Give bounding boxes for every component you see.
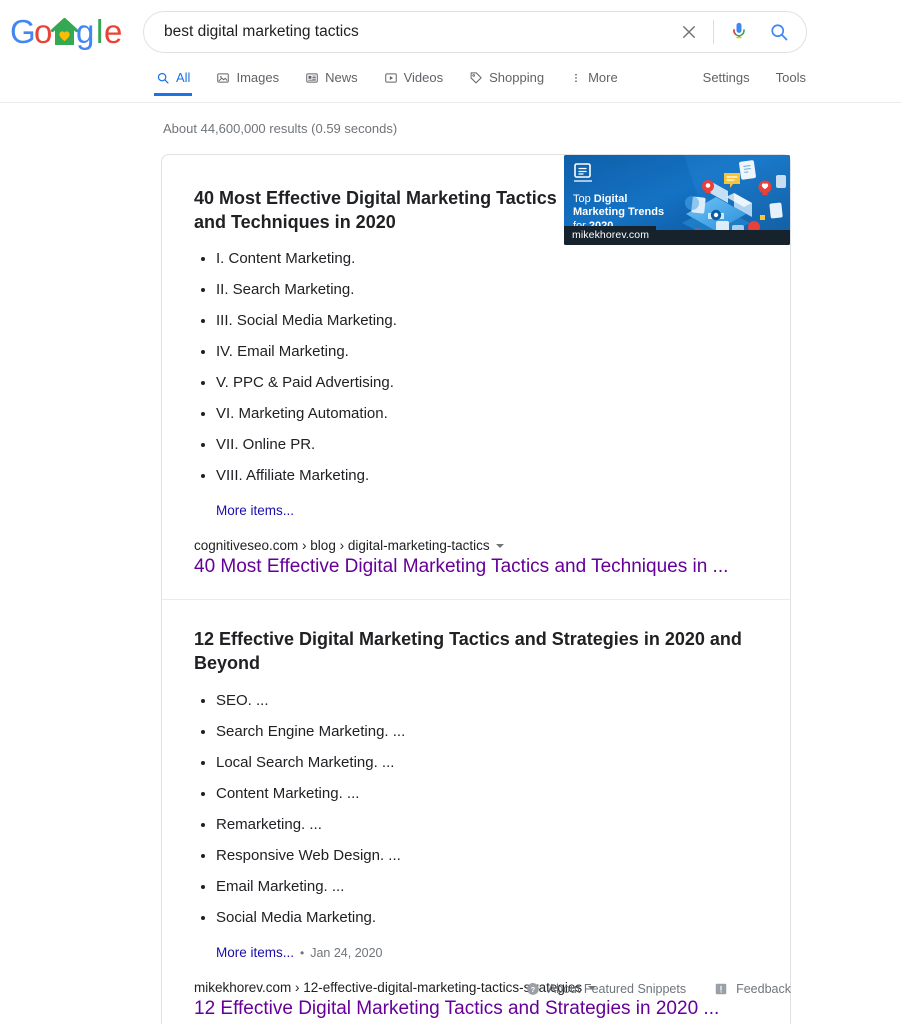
tab-images[interactable]: Images <box>216 70 279 96</box>
search-bar[interactable] <box>143 11 807 53</box>
tab-shopping[interactable]: Shopping <box>469 70 544 96</box>
tab-more[interactable]: More <box>570 70 618 96</box>
house-icon <box>50 17 79 45</box>
tab-images-label: Images <box>236 70 280 85</box>
svg-text:g: g <box>76 13 94 50</box>
more-items-link[interactable]: More items... <box>216 503 294 518</box>
tab-all[interactable]: All <box>153 70 193 96</box>
list-item: VIII. Affiliate Marketing. <box>194 468 768 483</box>
svg-text:?: ? <box>530 985 535 994</box>
snippet-2-more-row: More items... • Jan 24, 2020 <box>216 945 768 960</box>
search-icon <box>771 24 788 41</box>
settings-link[interactable]: Settings <box>703 70 750 85</box>
search-bar-icons <box>675 12 792 52</box>
list-item: Content Marketing. ... <box>194 786 768 801</box>
svg-text:l: l <box>96 13 103 50</box>
search-icon <box>156 71 170 85</box>
tab-videos[interactable]: Videos <box>384 70 444 96</box>
list-item: IV. Email Marketing. <box>194 344 768 359</box>
tab-news[interactable]: News <box>305 70 358 96</box>
voice-search-button[interactable] <box>726 19 752 45</box>
snippet-2-result-title-link[interactable]: 12 Effective Digital Marketing Tactics a… <box>194 997 768 1022</box>
snippet-1-list: I. Content Marketing. II. Search Marketi… <box>184 251 768 483</box>
tag-icon <box>469 71 483 85</box>
snippet-date: Jan 24, 2020 <box>310 945 383 960</box>
snippet-1-breadcrumb: cognitiveseo.com › blog › digital-market… <box>194 538 768 553</box>
more-separator: • <box>300 945 305 960</box>
thumbnail-source-label: mikekhorev.com <box>564 226 657 245</box>
about-featured-snippets-label: About Featured Snippets <box>547 982 687 996</box>
list-item: VII. Online PR. <box>194 437 768 452</box>
list-item: Responsive Web Design. ... <box>194 848 768 863</box>
list-item: Email Marketing. ... <box>194 879 768 894</box>
feedback-label: Feedback <box>736 982 791 996</box>
tab-shopping-label: Shopping <box>489 70 545 85</box>
featured-snippet-card: Top Digital Marketing Trends for 2020 mi… <box>161 154 791 1024</box>
list-item: V. PPC & Paid Advertising. <box>194 375 768 390</box>
feedback-link[interactable]: Feedback <box>714 982 791 996</box>
thumb-line1-bold: Digital <box>593 193 628 205</box>
snippet-1-result-title-link[interactable]: 40 Most Effective Digital Marketing Tact… <box>194 555 768 580</box>
featured-snippet-2: 12 Effective Digital Marketing Tactics a… <box>162 600 790 1024</box>
more-vertical-icon <box>570 71 582 85</box>
svg-text:o: o <box>34 13 52 50</box>
close-icon <box>683 26 695 38</box>
search-submit-button[interactable] <box>766 19 792 45</box>
snippet-1-more-row: More items... <box>216 503 768 518</box>
svg-text:e: e <box>104 13 122 50</box>
image-icon <box>216 71 230 85</box>
list-item: I. Content Marketing. <box>194 251 768 266</box>
tab-videos-label: Videos <box>403 70 444 85</box>
search-header: G o g l e best digital marketing tactics… <box>0 0 901 103</box>
list-item: Search Engine Marketing. ... <box>194 724 768 739</box>
newspaper-icon <box>305 71 319 85</box>
tab-all-label: All <box>176 70 191 85</box>
list-item: VI. Marketing Automation. <box>194 406 768 421</box>
brand-mark-icon <box>574 163 594 187</box>
result-stats: About 44,600,000 results (0.59 seconds) <box>163 121 398 136</box>
search-tools-group: Settings Tools <box>703 70 806 85</box>
google-doodle-logo[interactable]: G o g l e <box>10 13 128 53</box>
google-search-results-page: G o g l e best digital marketing tactics… <box>0 0 901 1024</box>
list-item: Remarketing. ... <box>194 817 768 832</box>
tab-news-label: News <box>325 70 358 85</box>
video-icon <box>384 71 398 85</box>
snippet-footer: ? About Featured Snippets Feedback <box>161 982 791 996</box>
about-featured-snippets-link[interactable]: ? About Featured Snippets <box>526 982 686 996</box>
list-item: Social Media Marketing. <box>194 910 768 925</box>
search-icons-divider <box>713 20 714 44</box>
tools-link[interactable]: Tools <box>776 70 806 85</box>
search-input[interactable] <box>144 12 675 52</box>
list-item: III. Social Media Marketing. <box>194 313 768 328</box>
featured-snippet-1: Top Digital Marketing Trends for 2020 mi… <box>162 155 790 599</box>
list-item: II. Search Marketing. <box>194 282 768 297</box>
google-logo-svg: G o g l e <box>10 13 122 50</box>
snippet-thumbnail-image[interactable]: Top Digital Marketing Trends for 2020 mi… <box>564 155 790 245</box>
chevron-down-icon[interactable] <box>495 544 504 548</box>
snippet-1-title: 40 Most Effective Digital Marketing Tact… <box>194 188 557 232</box>
microphone-icon <box>733 22 745 39</box>
breadcrumb-text: cognitiveseo.com › blog › digital-market… <box>194 537 490 553</box>
snippet-2-title: 12 Effective Digital Marketing Tactics a… <box>194 629 742 673</box>
thumb-line1-plain: Top <box>573 193 594 205</box>
list-item: Local Search Marketing. ... <box>194 755 768 770</box>
tab-more-label: More <box>588 70 618 85</box>
clear-search-button[interactable] <box>675 18 703 46</box>
flag-icon <box>715 983 727 995</box>
list-item: SEO. ... <box>194 693 768 708</box>
snippet-2-list: SEO. ... Search Engine Marketing. ... Lo… <box>184 693 768 925</box>
help-circle-icon: ? <box>526 983 539 995</box>
search-nav-tabs: All Images News Videos Shopping More Set… <box>153 70 806 103</box>
svg-text:G: G <box>10 13 36 50</box>
thumb-line2-bold: Marketing Trends <box>573 206 665 219</box>
more-items-link[interactable]: More items... <box>216 945 294 960</box>
